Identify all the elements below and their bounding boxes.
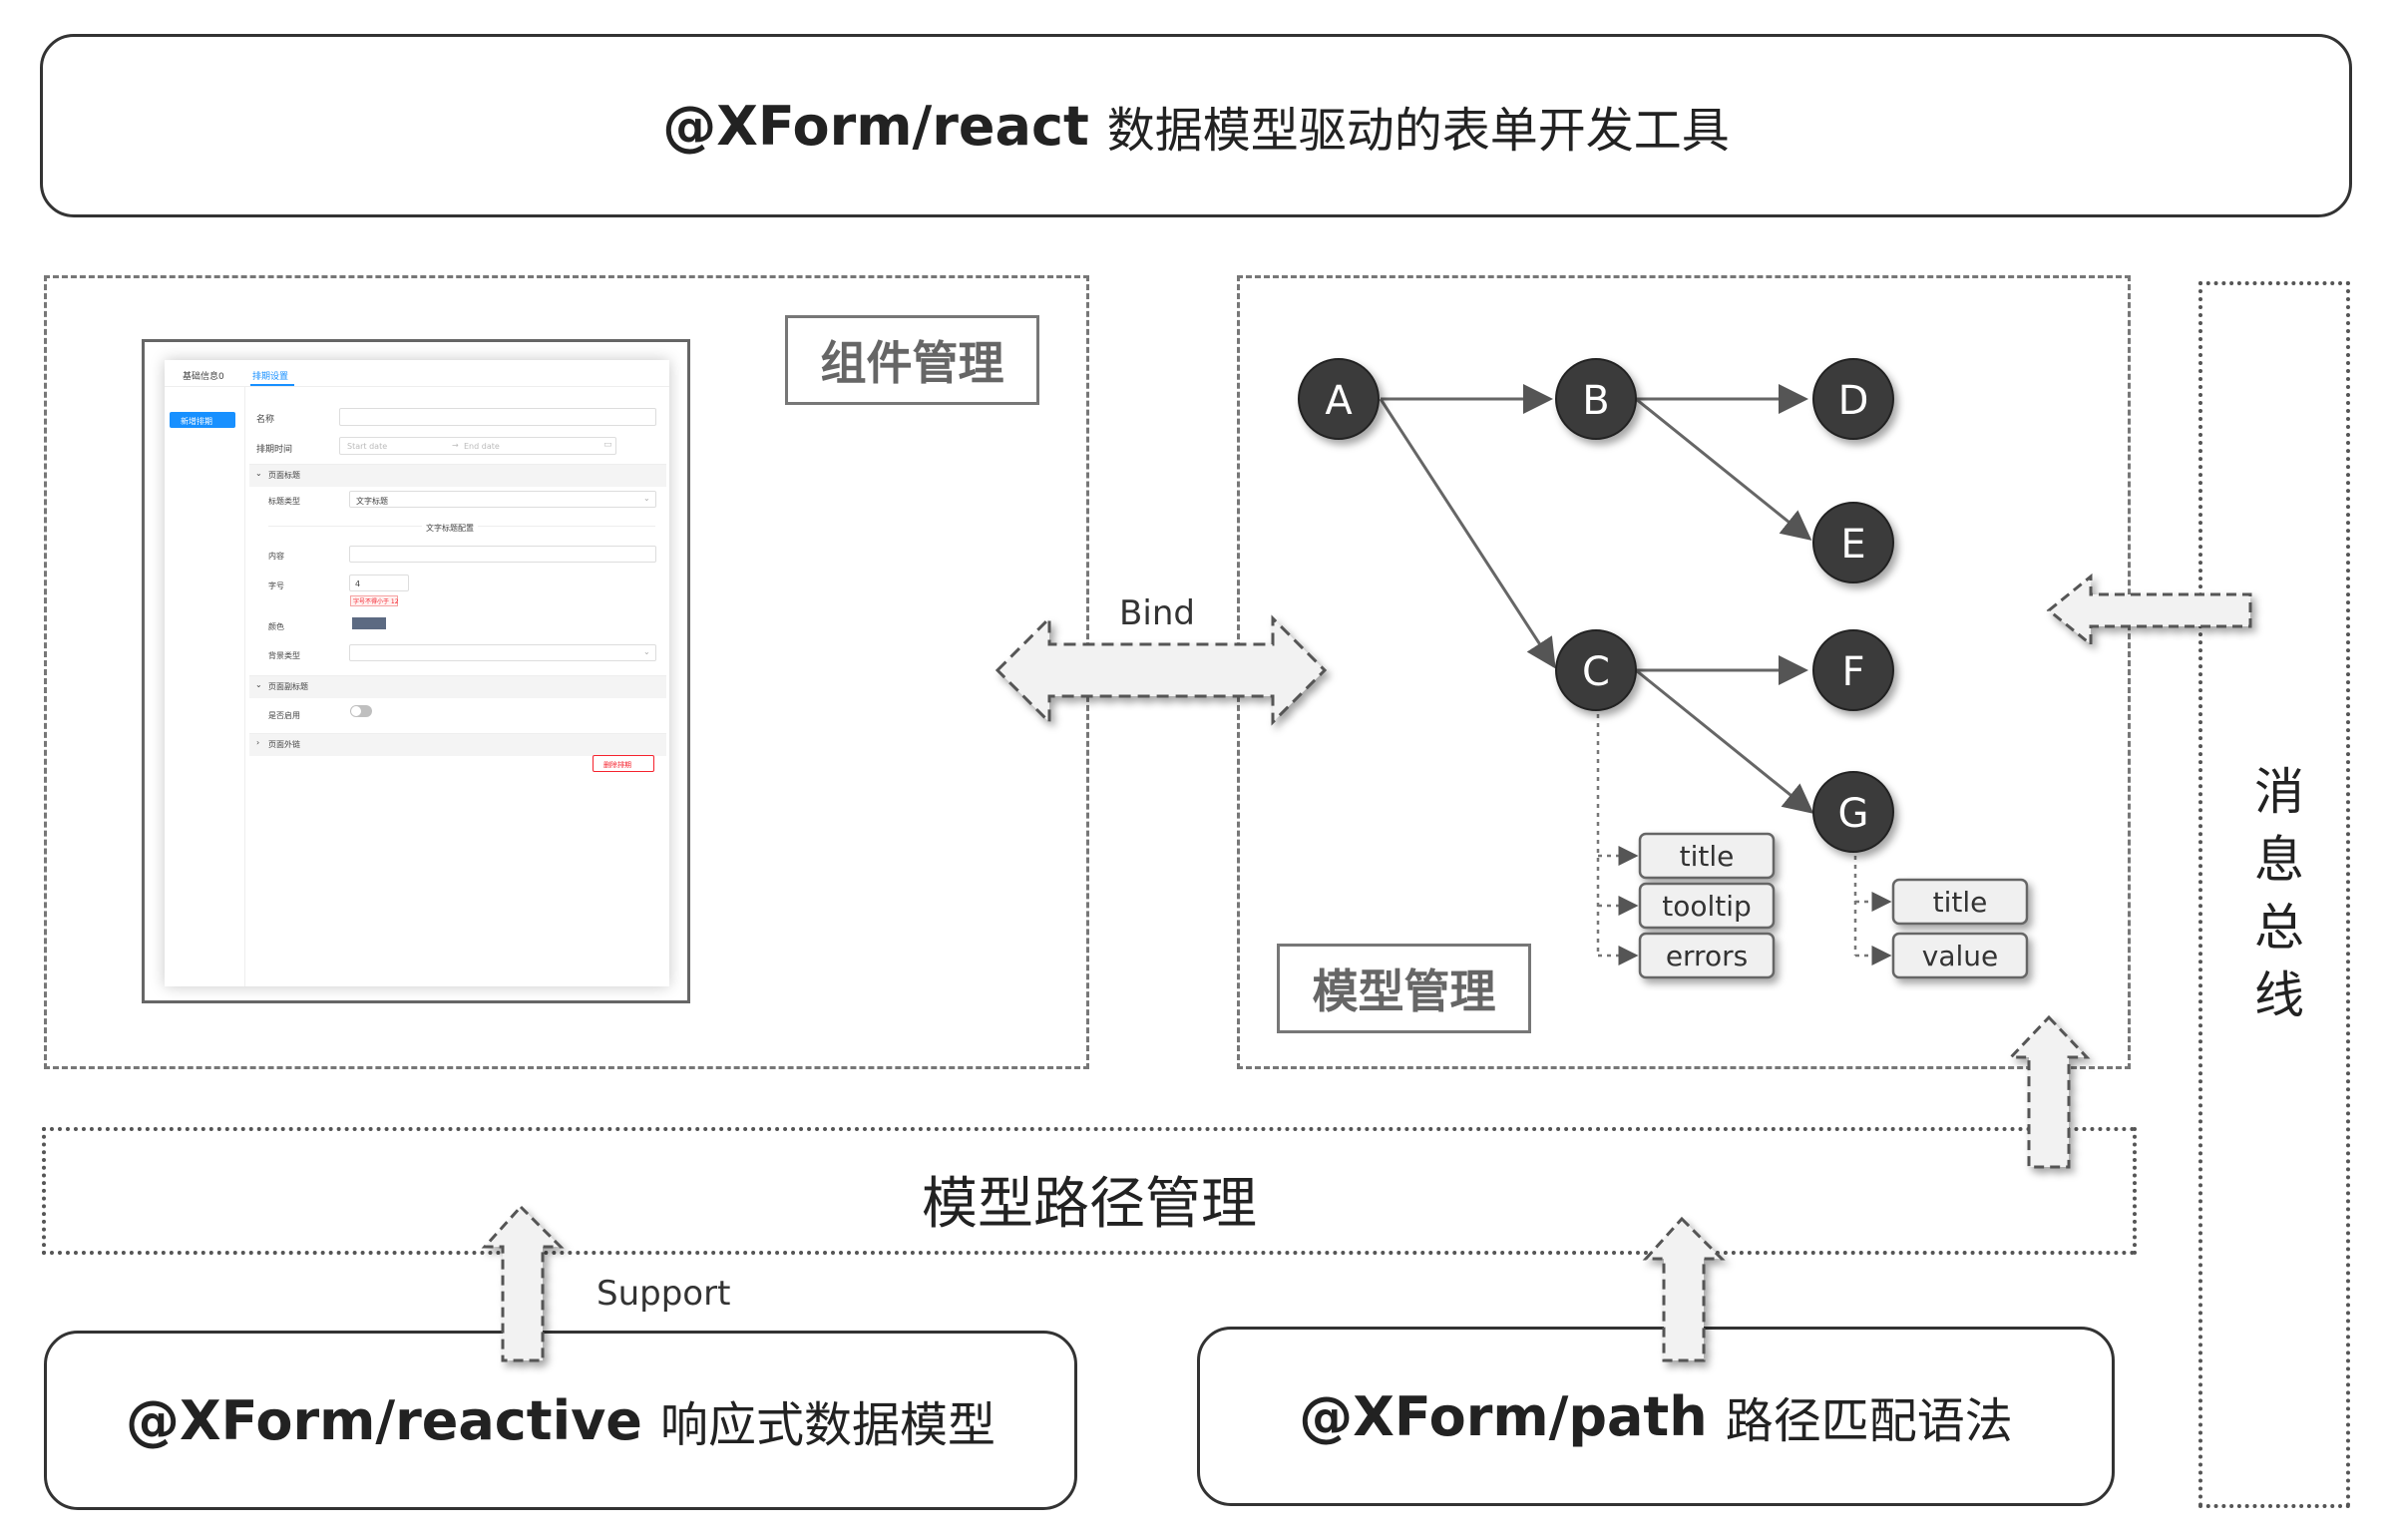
c-properties: title tooltip errors <box>1638 832 1776 979</box>
node-f-label: F <box>1841 649 1864 695</box>
c-prop-title-label: title <box>1680 840 1735 873</box>
bind-double-arrow <box>995 614 1328 726</box>
node-g-label: G <box>1838 791 1869 837</box>
diagram-overlay: Bind Support title tooltip errors title … <box>481 358 2252 1362</box>
c-prop-errors-label: errors <box>1666 940 1748 972</box>
g-prop-value-label: value <box>1922 940 1998 972</box>
reactive-support-arrow <box>481 1204 565 1362</box>
path-syntax-arrow <box>1642 1216 1726 1362</box>
edge-c-g <box>1635 668 1814 814</box>
edge-a-c <box>1379 398 1556 669</box>
support-label: Support <box>597 1274 730 1314</box>
node-d-label: D <box>1838 378 1869 424</box>
graph-edges <box>1379 384 1814 814</box>
bind-label: Bind <box>1119 593 1195 633</box>
edge-b-e <box>1635 397 1812 541</box>
graph-nodes: A B C D E F G <box>1298 358 1894 853</box>
c-prop-tooltip-label: tooltip <box>1662 890 1752 923</box>
node-c-label: C <box>1582 649 1610 695</box>
path-to-model-arrow <box>2007 1014 2091 1169</box>
node-b-label: B <box>1582 378 1609 424</box>
node-a-label: A <box>1325 378 1353 424</box>
bus-to-model-arrow <box>2046 573 2252 648</box>
node-e-label: E <box>1840 522 1865 568</box>
g-properties: title value <box>1891 878 2029 979</box>
g-prop-title-label: title <box>1933 886 1988 919</box>
